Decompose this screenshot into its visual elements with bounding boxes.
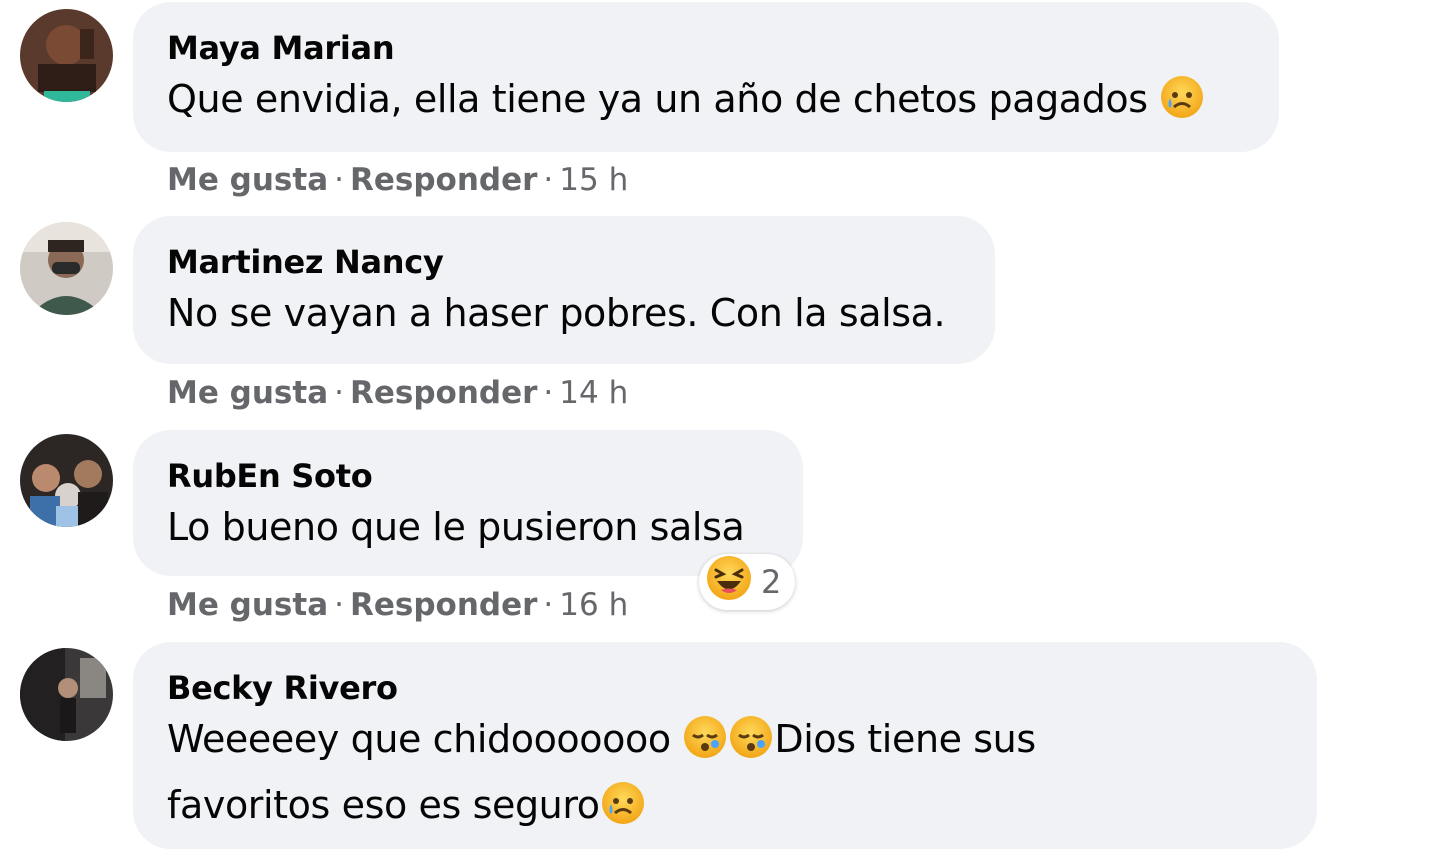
comment-text-content: Weeeeey que chidooooooo [167, 717, 671, 761]
comment-text: Lo bueno que le pusieron salsa [167, 505, 745, 549]
avatar[interactable] [20, 222, 113, 315]
reply-button[interactable]: Responder [350, 375, 537, 411]
comment-text-content: favoritos eso es seguro [167, 783, 600, 827]
timestamp[interactable]: 16 h [559, 587, 628, 623]
comment-text: Weeeeey que chidooooooo Dios tiene sus fa… [167, 710, 1287, 842]
like-button[interactable]: Me gusta [167, 587, 328, 623]
like-button[interactable]: Me gusta [167, 375, 328, 411]
separator: · [334, 587, 344, 623]
avatar[interactable] [20, 648, 113, 741]
comment-bubble: Maya Marian Que envidia, ella tiene ya u… [133, 2, 1279, 152]
comment-text: Que envidia, ella tiene ya un año de che… [167, 70, 1249, 136]
reaction-summary[interactable]: 2 [699, 554, 796, 610]
reply-button[interactable]: Responder [350, 162, 537, 198]
separator: · [334, 375, 344, 411]
separator: · [543, 375, 554, 411]
separator: · [543, 587, 554, 623]
reaction-count: 2 [761, 563, 782, 601]
comment-bubble: Becky Rivero Weeeeey que chidooooooo Dio… [133, 642, 1317, 849]
comment-author[interactable]: Maya Marian [167, 28, 1249, 68]
laughing-reaction-icon [705, 554, 753, 610]
comment-author[interactable]: Becky Rivero [167, 668, 1287, 708]
comment-actions: Me gusta · Responder · 15 h [167, 160, 628, 200]
separator: · [334, 162, 344, 198]
sad-tear-emoji-icon [600, 780, 646, 842]
separator: · [543, 162, 554, 198]
timestamp[interactable]: 14 h [559, 375, 628, 411]
comment-bubble: RubEn Soto Lo bueno que le pusieron sals… [133, 430, 803, 576]
comment-text-content: Que envidia, ella tiene ya un año de che… [167, 77, 1148, 121]
comment-bubble: Martinez Nancy No se vayan a haser pobre… [133, 216, 995, 364]
comment-author[interactable]: RubEn Soto [167, 456, 773, 496]
comment-text: No se vayan a haser pobres. Con la salsa… [167, 291, 946, 335]
comment-actions: Me gusta · Responder · 14 h [167, 373, 628, 413]
sleepy-emoji-icon [682, 714, 728, 776]
comment-actions: Me gusta · Responder · 16 h [167, 585, 628, 625]
timestamp[interactable]: 15 h [559, 162, 628, 198]
sleepy-emoji-icon [728, 714, 774, 776]
avatar[interactable] [20, 9, 113, 102]
avatar[interactable] [20, 434, 113, 527]
sad-tear-emoji-icon [1159, 74, 1205, 136]
reply-button[interactable]: Responder [350, 587, 537, 623]
like-button[interactable]: Me gusta [167, 162, 328, 198]
comment-text-content: Dios tiene sus [774, 717, 1036, 761]
comment-author[interactable]: Martinez Nancy [167, 242, 965, 282]
